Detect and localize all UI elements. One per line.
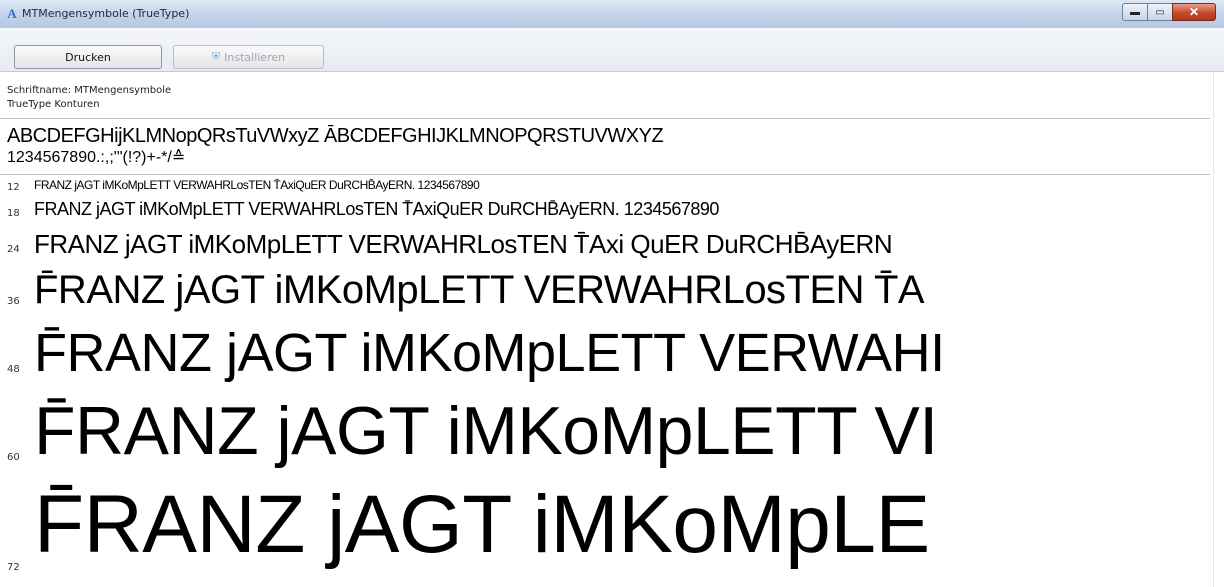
size-label: 18 xyxy=(7,208,20,219)
maximize-icon: ▭ xyxy=(1155,6,1165,18)
shield-icon: ⛨ xyxy=(211,50,221,63)
sample-row: 12 FRANZ jAGT iMKoMpLETT VERWAHRLosTEN T… xyxy=(0,178,1210,194)
charset-digits: 1234567890.:,;'"(!?)+-*/≙ xyxy=(7,149,186,166)
sample-row: 24 FRANZ jAGT iMKoMpLETT VERWAHRLosTEN T… xyxy=(0,226,1210,262)
sample-text: FRANZ jAGT iMKoMpLETT VERWAHRLosTEN T̄Ax… xyxy=(34,229,893,259)
window-title: MTMengensymbole (TrueType) xyxy=(22,7,190,20)
charset-alphabet: ABCDEFGHijKLMNopQRsTuVWxyZ ĀBCDEFGHIJKLM… xyxy=(7,125,664,147)
window-controls: ▬ ▭ ✕ xyxy=(1122,3,1216,21)
sample-text: FRANZ jAGT iMKoMpLETT VERWAHRLosTEN T̄Ax… xyxy=(34,178,480,192)
print-button-label: Drucken xyxy=(65,50,111,64)
font-name: Schriftname: MTMengensymbole xyxy=(7,85,172,96)
minimize-button[interactable]: ▬ xyxy=(1122,3,1148,21)
size-label: 72 xyxy=(7,562,20,573)
sample-row: 72 F̄RANZ jAGT iMKoMpLE xyxy=(0,476,1210,587)
install-button[interactable]: ⛨ Installieren xyxy=(173,45,324,69)
close-button[interactable]: ✕ xyxy=(1172,3,1216,21)
sample-text: F̄RANZ jAGT iMKoMpLETT VERWAHI xyxy=(34,323,945,383)
maximize-button[interactable]: ▭ xyxy=(1147,3,1173,21)
sample-text: F̄RANZ jAGT iMKoMpLE xyxy=(34,479,930,570)
title-bar: A MTMengensymbole (TrueType) ▬ ▭ ✕ xyxy=(0,0,1224,29)
size-label: 12 xyxy=(7,182,20,193)
sample-text: FRANZ jAGT iMKoMpLETT VERWAHRLosTEN T̄Ax… xyxy=(34,199,719,219)
close-icon: ✕ xyxy=(1188,5,1200,19)
font-file-icon: A xyxy=(7,6,17,21)
size-label: 48 xyxy=(7,364,20,375)
sample-row: 48 F̄RANZ jAGT iMKoMpLETT VERWAHI xyxy=(0,318,1210,384)
divider xyxy=(0,118,1210,119)
sample-row: 60 F̄RANZ jAGT iMKoMpLETT VI xyxy=(0,390,1210,472)
scrollbar-track[interactable] xyxy=(1213,72,1214,587)
size-label: 60 xyxy=(7,452,20,463)
font-info: Schriftname: MTMengensymbole TrueType Ko… xyxy=(7,84,171,112)
size-label: 36 xyxy=(7,296,20,307)
size-label: 24 xyxy=(7,244,20,255)
install-button-label: Installieren xyxy=(224,50,286,64)
print-button[interactable]: Drucken xyxy=(14,45,162,69)
divider xyxy=(0,174,1210,175)
sample-text: F̄RANZ jAGT iMKoMpLETT VI xyxy=(34,393,938,469)
minimize-icon: ▬ xyxy=(1130,6,1140,18)
sample-text: F̄RANZ jAGT iMKoMpLETT VERWAHRLosTEN T̄A xyxy=(34,268,925,312)
toolbar: Drucken ⛨ Installieren xyxy=(0,28,1224,72)
font-type: TrueType Konturen xyxy=(7,99,100,110)
sample-row: 18 FRANZ jAGT iMKoMpLETT VERWAHRLosTEN T… xyxy=(0,198,1210,224)
sample-row: 36 F̄RANZ jAGT iMKoMpLETT VERWAHRLosTEN … xyxy=(0,264,1210,314)
